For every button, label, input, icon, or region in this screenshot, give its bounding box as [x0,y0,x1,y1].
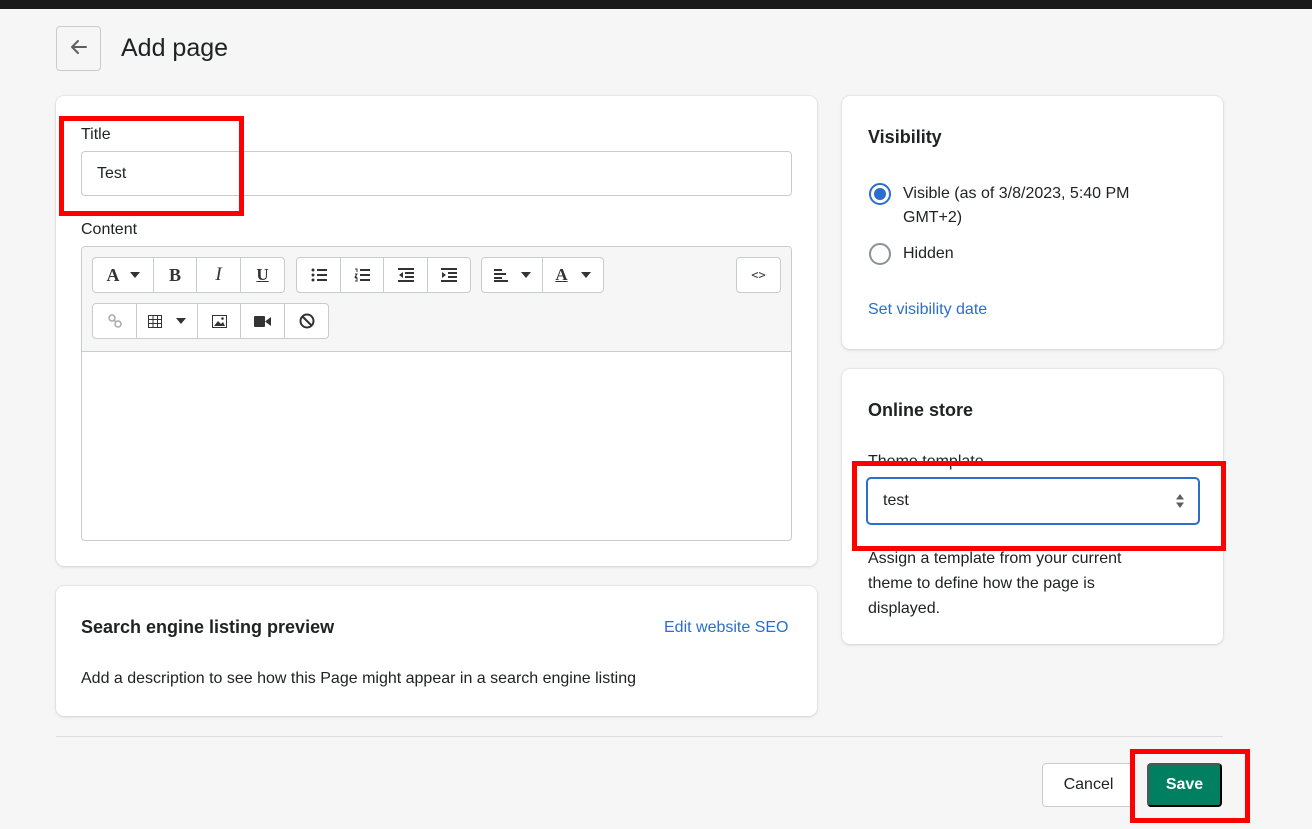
chevron-down-icon [580,272,591,278]
set-visibility-date-link[interactable]: Set visibility date [868,301,987,319]
bold-icon: B [168,264,181,285]
visible-radio[interactable] [869,183,891,205]
align-button[interactable] [482,258,543,292]
chevron-down-icon [176,318,186,324]
arrow-left-icon [69,37,89,60]
save-button[interactable]: Save [1147,763,1222,807]
top-bar [0,0,1312,9]
theme-template-label: Theme template [868,453,984,470]
text-color-button[interactable]: A [543,258,603,292]
hidden-radio-label: Hidden [903,245,954,262]
seo-heading: Search engine listing preview [81,617,335,637]
editor-toolbar: A B I U A <> [82,247,791,352]
clear-format-button[interactable] [285,304,328,338]
bold-button[interactable]: B [154,258,197,292]
align-left-icon [493,268,508,282]
link-icon [107,314,122,328]
bulleted-list-button[interactable] [297,258,341,292]
chevron-down-icon [520,272,531,278]
theme-template-select[interactable]: test [867,478,1199,524]
text-color-icon: A [555,265,568,284]
html-view-button[interactable]: <> [737,258,780,292]
text-format-group: A B I U [92,257,285,293]
title-label: Title [81,126,111,143]
hidden-radio[interactable] [869,243,891,265]
video-icon [254,315,271,327]
italic-icon: I [215,264,222,285]
indent-button[interactable] [428,258,470,292]
online-store-heading: Online store [868,400,974,420]
select-arrows-icon [1176,494,1184,513]
image-button[interactable] [198,304,241,338]
link-button[interactable] [93,304,137,338]
cancel-button[interactable]: Cancel [1042,763,1135,807]
clear-format-icon [299,313,315,329]
visibility-heading: Visibility [868,127,942,147]
edit-seo-link[interactable]: Edit website SEO [664,619,789,637]
html-toggle-group: <> [736,257,781,293]
seo-description: Add a description to see how this Page m… [81,670,637,687]
content-label: Content [81,221,138,238]
numbered-list-icon [354,268,370,282]
numbered-list-button[interactable] [341,258,384,292]
underline-button[interactable]: U [241,258,284,292]
seo-card [56,586,817,716]
editor-content-area[interactable] [82,353,791,540]
title-input[interactable]: Test [81,151,792,196]
outdent-button[interactable] [384,258,428,292]
alignment-color-group: A [481,257,604,293]
title-input-value: Test [97,164,127,182]
html-view-label: <> [751,268,766,282]
theme-template-value: test [883,492,909,509]
insert-group [92,303,329,339]
page-title: Add page [121,34,229,62]
back-button[interactable] [56,26,101,71]
table-button[interactable] [137,304,198,338]
indent-icon [441,268,457,282]
font-button[interactable]: A [93,258,154,292]
outdent-icon [397,268,414,282]
theme-template-help: Assign a template from your current them… [868,550,1122,617]
footer-divider [56,736,1223,737]
visible-radio-label: Visible (as of 3/8/2023, 5:40 PM GMT+2) [903,185,1130,226]
italic-button[interactable]: I [197,258,241,292]
image-icon [211,314,227,328]
table-icon [148,314,162,328]
list-group [296,257,471,293]
bulleted-list-icon [311,268,327,282]
font-icon: A [106,264,120,285]
video-button[interactable] [241,304,285,338]
chevron-down-icon [129,272,140,278]
underline-icon: U [256,265,269,284]
rich-text-editor: A B I U A <> [81,246,792,541]
